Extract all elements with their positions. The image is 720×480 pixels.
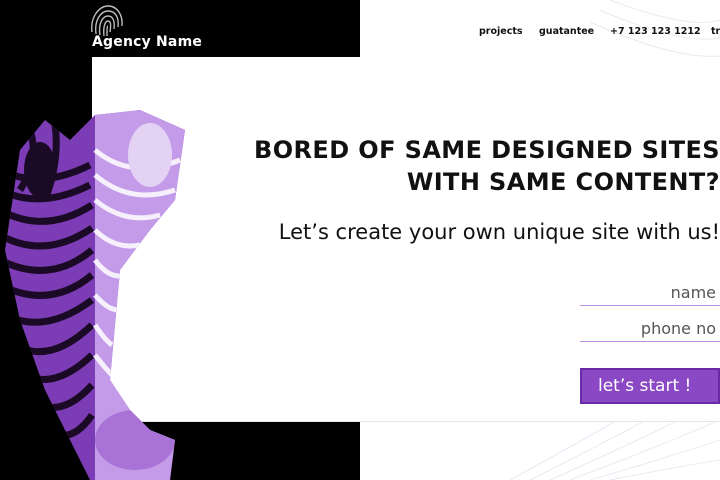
nav-link-guarantee[interactable]: guatantee — [539, 26, 594, 37]
nav-link-projects[interactable]: projects — [479, 26, 523, 37]
hero-headline-line-2: WITH SAME CONTENT? — [406, 168, 720, 196]
hero-subheadline: Let’s create your own unique site with u… — [278, 220, 720, 244]
top-navigation: projects guatantee +7 123 123 1212 tr — [479, 26, 720, 40]
hero-headline-line-1: BORED OF SAME DESIGNED SITES — [254, 136, 720, 164]
phone-input[interactable] — [580, 316, 720, 342]
zebra-illustration — [5, 110, 185, 480]
lets-start-button[interactable]: let’s start ! — [580, 368, 720, 404]
brand-logo[interactable]: Agency Name — [86, 0, 216, 56]
hero-headline: BORED OF SAME DESIGNED SITES WITH SAME C… — [220, 134, 720, 198]
nav-link-phone[interactable]: +7 123 123 1212 — [610, 26, 701, 37]
nav-link-truncated[interactable]: tr — [711, 26, 720, 37]
brand-name: Agency Name — [92, 34, 203, 50]
name-input[interactable] — [580, 280, 720, 306]
